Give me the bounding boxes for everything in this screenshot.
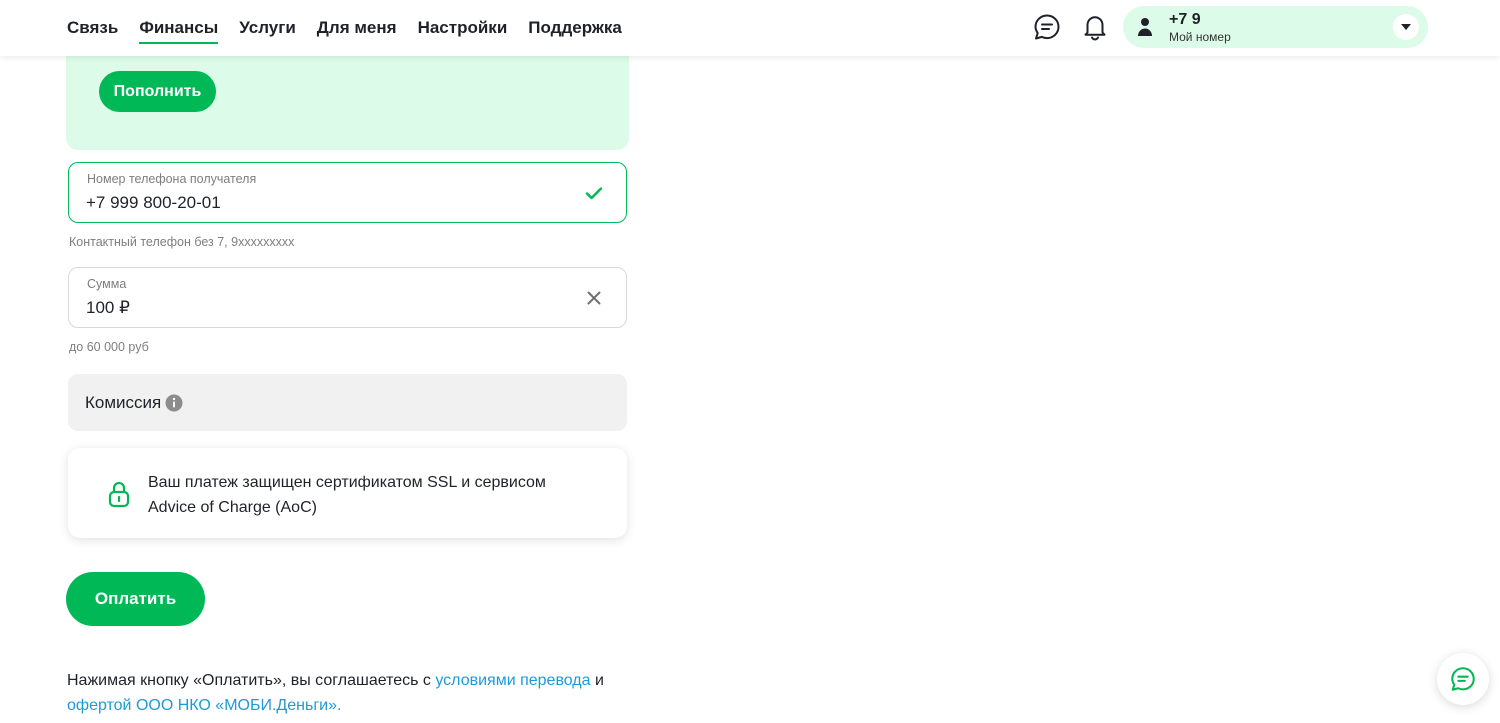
recipient-phone-label: Номер телефона получателя (87, 172, 257, 186)
top-navigation-bar: Связь Финансы Услуги Для меня Настройки … (0, 0, 1500, 56)
nav-item-for-me[interactable]: Для меня (317, 0, 397, 56)
nav-item-svyaz[interactable]: Связь (67, 0, 118, 56)
recipient-phone-field[interactable]: Номер телефона получателя +7 999 800-20-… (68, 162, 627, 223)
pay-button[interactable]: Оплатить (66, 572, 205, 626)
legal-agreement-text: Нажимая кнопку «Оплатить», вы соглашаете… (67, 668, 687, 718)
offer-link[interactable]: офертой ООО НКО «МОБИ.Деньги». (67, 697, 341, 714)
chat-icon[interactable] (1032, 12, 1062, 42)
lock-icon (108, 481, 130, 508)
legal-text-before: Нажимая кнопку «Оплатить», вы соглашаете… (67, 672, 436, 689)
legal-text-middle: и (590, 672, 604, 689)
recipient-phone-hint: Контактный телефон без 7, 9xxxxxxxxx (69, 235, 295, 249)
commission-row: Комиссия (68, 374, 627, 431)
amount-label: Сумма (87, 277, 127, 291)
info-icon[interactable] (165, 394, 183, 412)
account-label: Мой номер (1169, 30, 1231, 44)
nav-item-support[interactable]: Поддержка (528, 0, 622, 56)
account-number: +7 9 (1169, 11, 1201, 28)
chat-bubble-icon (1451, 667, 1475, 691)
security-text: Ваш платеж защищен сертификатом SSL и се… (148, 474, 546, 516)
nav-item-finance[interactable]: Финансы (139, 0, 218, 56)
user-icon (1138, 18, 1152, 36)
account-selector[interactable]: +7 9 Мой номер (1123, 6, 1428, 48)
bell-icon[interactable] (1080, 12, 1110, 42)
amount-hint: до 60 000 руб (69, 340, 149, 354)
chevron-down-icon[interactable] (1393, 14, 1419, 40)
amount-value[interactable]: 100 ₽ (86, 298, 130, 318)
transfer-terms-link[interactable]: условиями перевода (435, 672, 590, 689)
support-chat-button[interactable] (1437, 653, 1489, 705)
commission-label: Комиссия (85, 393, 162, 412)
topup-button[interactable]: Пополнить (99, 71, 216, 112)
nav-item-services[interactable]: Услуги (239, 0, 296, 56)
check-icon (585, 187, 603, 200)
amount-field[interactable]: Сумма 100 ₽ (68, 267, 627, 328)
recipient-phone-value[interactable]: +7 999 800-20-01 (86, 193, 221, 213)
nav-item-settings[interactable]: Настройки (418, 0, 508, 56)
security-notice: Ваш платеж защищен сертификатом SSL и се… (68, 448, 627, 538)
close-icon[interactable] (584, 288, 604, 308)
main-nav: Связь Финансы Услуги Для меня Настройки … (67, 0, 622, 56)
